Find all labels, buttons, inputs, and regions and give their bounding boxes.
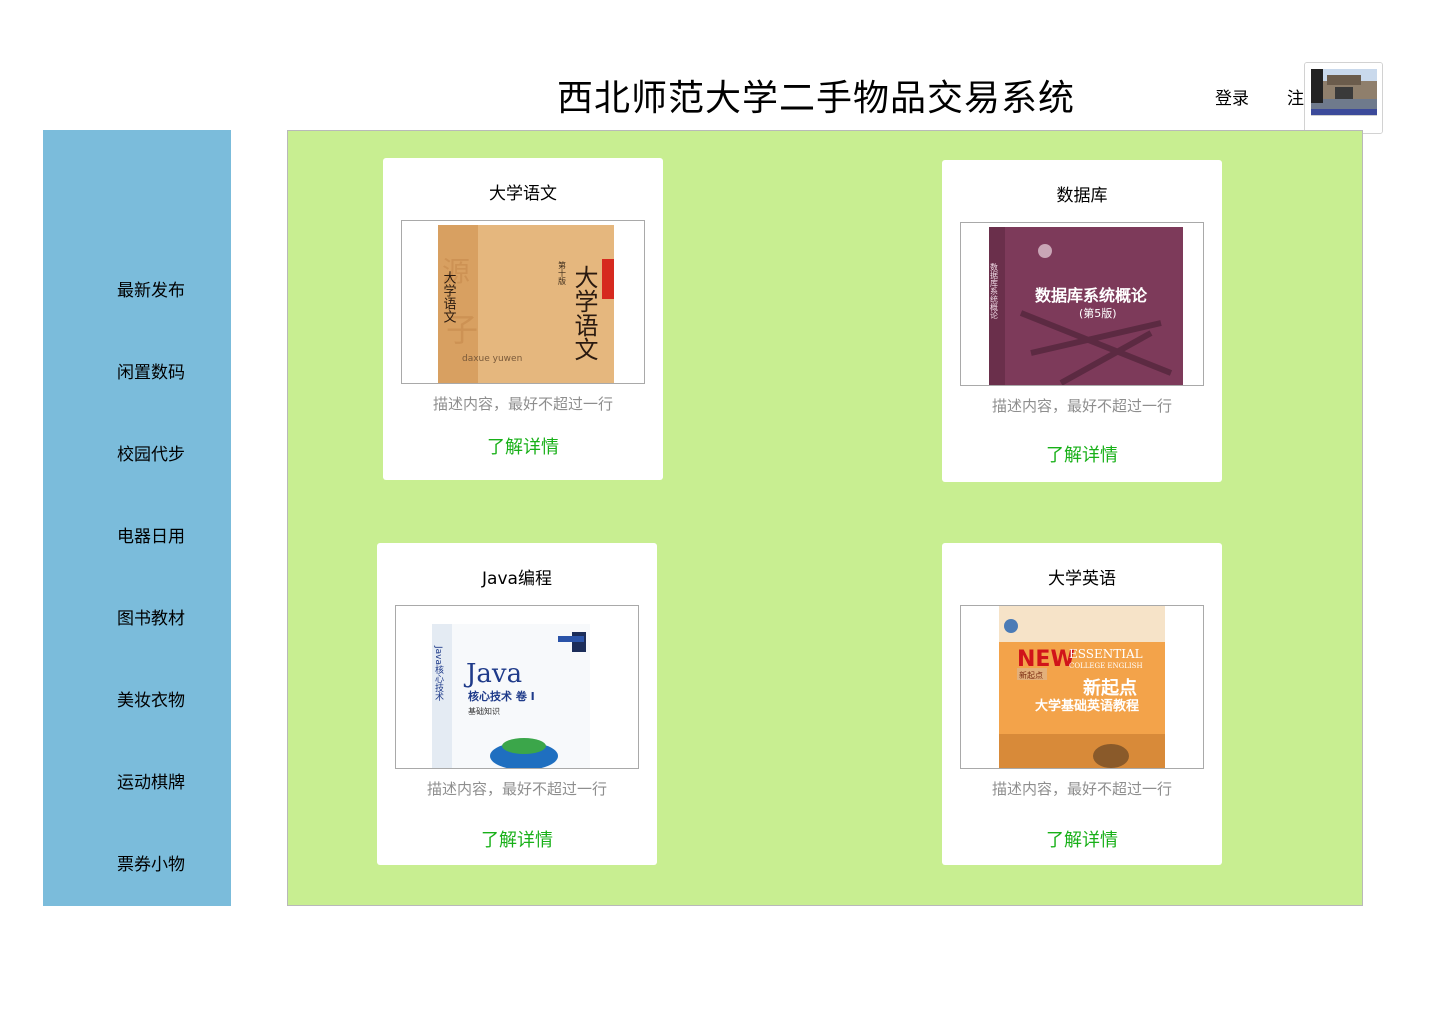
sidebar-item-tickets[interactable]: 票券小物: [43, 850, 231, 880]
cover-subtitle: 核心技术 卷 I: [468, 689, 535, 703]
product-title: 大学英语: [1048, 569, 1116, 589]
details-link[interactable]: 了解详情: [377, 827, 657, 855]
cover-pinyin: daxue yuwen: [462, 354, 522, 364]
cover-edition: (第5版): [1079, 306, 1117, 320]
cover-edition: 第十版: [558, 260, 567, 286]
details-link[interactable]: 了解详情: [383, 434, 663, 462]
cover-badge: 新起点: [1019, 670, 1043, 680]
product-title: Java编程: [482, 569, 552, 589]
cover-title: 数据库系统概论: [1035, 286, 1148, 305]
product-image[interactable]: Java 核心技术 卷 I 基础知识 Java核心技术: [395, 605, 639, 769]
cover-title: 大学语文: [570, 265, 598, 361]
product-description: 描述内容，最好不超过一行: [432, 395, 613, 413]
product-description: 描述内容，最好不超过一行: [991, 397, 1172, 415]
sidebar-item-transport[interactable]: 校园代步: [43, 440, 231, 470]
book-cover-database-icon: 数据库系统概论 (第5版) 数据库系统概论: [961, 223, 1203, 385]
book-cover-english-icon: NEW ESSENTIAL COLLEGE ENGLISH 新起点 新起点 大学…: [961, 606, 1203, 768]
cover-subtitle-en: ESSENTIAL: [1069, 647, 1143, 661]
product-image[interactable]: 数据库系统概论 (第5版) 数据库系统概论: [960, 222, 1204, 386]
product-title: 数据库: [1056, 186, 1108, 206]
cover-spine-title: 大学语文: [441, 271, 457, 323]
category-sidebar: 最新发布 闲置数码 校园代步 电器日用 图书教材 美妆衣物 运动棋牌 票券小物: [43, 130, 231, 906]
sidebar-item-books[interactable]: 图书教材: [43, 604, 231, 634]
sidebar-item-clothing[interactable]: 美妆衣物: [43, 686, 231, 716]
avatar[interactable]: [1304, 62, 1383, 134]
cover-title-cn: 新起点: [1083, 677, 1137, 699]
book-cover-java-icon: Java 核心技术 卷 I 基础知识 Java核心技术: [396, 606, 638, 768]
product-card: 大学英语 NEW ESSENTIAL COLLEGE ENGLISH 新起点 新…: [942, 543, 1222, 865]
sidebar-item-digital[interactable]: 闲置数码: [43, 358, 231, 388]
sidebar-item-sports[interactable]: 运动棋牌: [43, 768, 231, 798]
product-card: Java编程 Java 核心技术 卷 I 基础知识 Java核心技术 描述内容，…: [377, 543, 657, 865]
cover-subtitle-en-2: COLLEGE ENGLISH: [1069, 662, 1143, 670]
product-grid: 大学语文 源 子 大学语文 大学语文 第十版 daxue yuwen 描述内容，…: [287, 130, 1363, 906]
page: 西北师范大学二手物品交易系统 登录 注册 最新发布 闲置数码 校园代步 电器日用…: [0, 0, 1440, 1024]
product-title: 大学语文: [489, 184, 557, 204]
cover-title: Java: [463, 659, 522, 689]
sidebar-item-appliances[interactable]: 电器日用: [43, 522, 231, 552]
details-link[interactable]: 了解详情: [942, 827, 1222, 855]
login-link[interactable]: 登录: [1215, 86, 1249, 112]
site-title: 西北师范大学二手物品交易系统: [557, 78, 1076, 119]
cover-spine-title: 数据库系统概论: [990, 262, 999, 320]
cover-subtitle-2: 基础知识: [468, 706, 500, 716]
details-link[interactable]: 了解详情: [942, 442, 1222, 470]
cover-spine-title: Java核心技术: [433, 645, 444, 702]
book-cover-chinese-icon: 源 子 大学语文 大学语文 第十版 daxue yuwen: [402, 221, 644, 383]
campus-gate-photo-icon: [1305, 63, 1382, 133]
product-description: 描述内容，最好不超过一行: [991, 780, 1172, 798]
sidebar-item-latest[interactable]: 最新发布: [43, 276, 231, 306]
product-image[interactable]: NEW ESSENTIAL COLLEGE ENGLISH 新起点 新起点 大学…: [960, 605, 1204, 769]
cover-subtitle-cn: 大学基础英语教程: [1035, 698, 1139, 714]
product-card: 数据库 数据库系统概论 (第5版) 数据库系统概论 描述内容，最好不超过一行 了…: [942, 160, 1222, 482]
product-description: 描述内容，最好不超过一行: [426, 780, 607, 798]
product-image[interactable]: 源 子 大学语文 大学语文 第十版 daxue yuwen: [401, 220, 645, 384]
product-card: 大学语文 源 子 大学语文 大学语文 第十版 daxue yuwen 描述内容，…: [383, 158, 663, 480]
